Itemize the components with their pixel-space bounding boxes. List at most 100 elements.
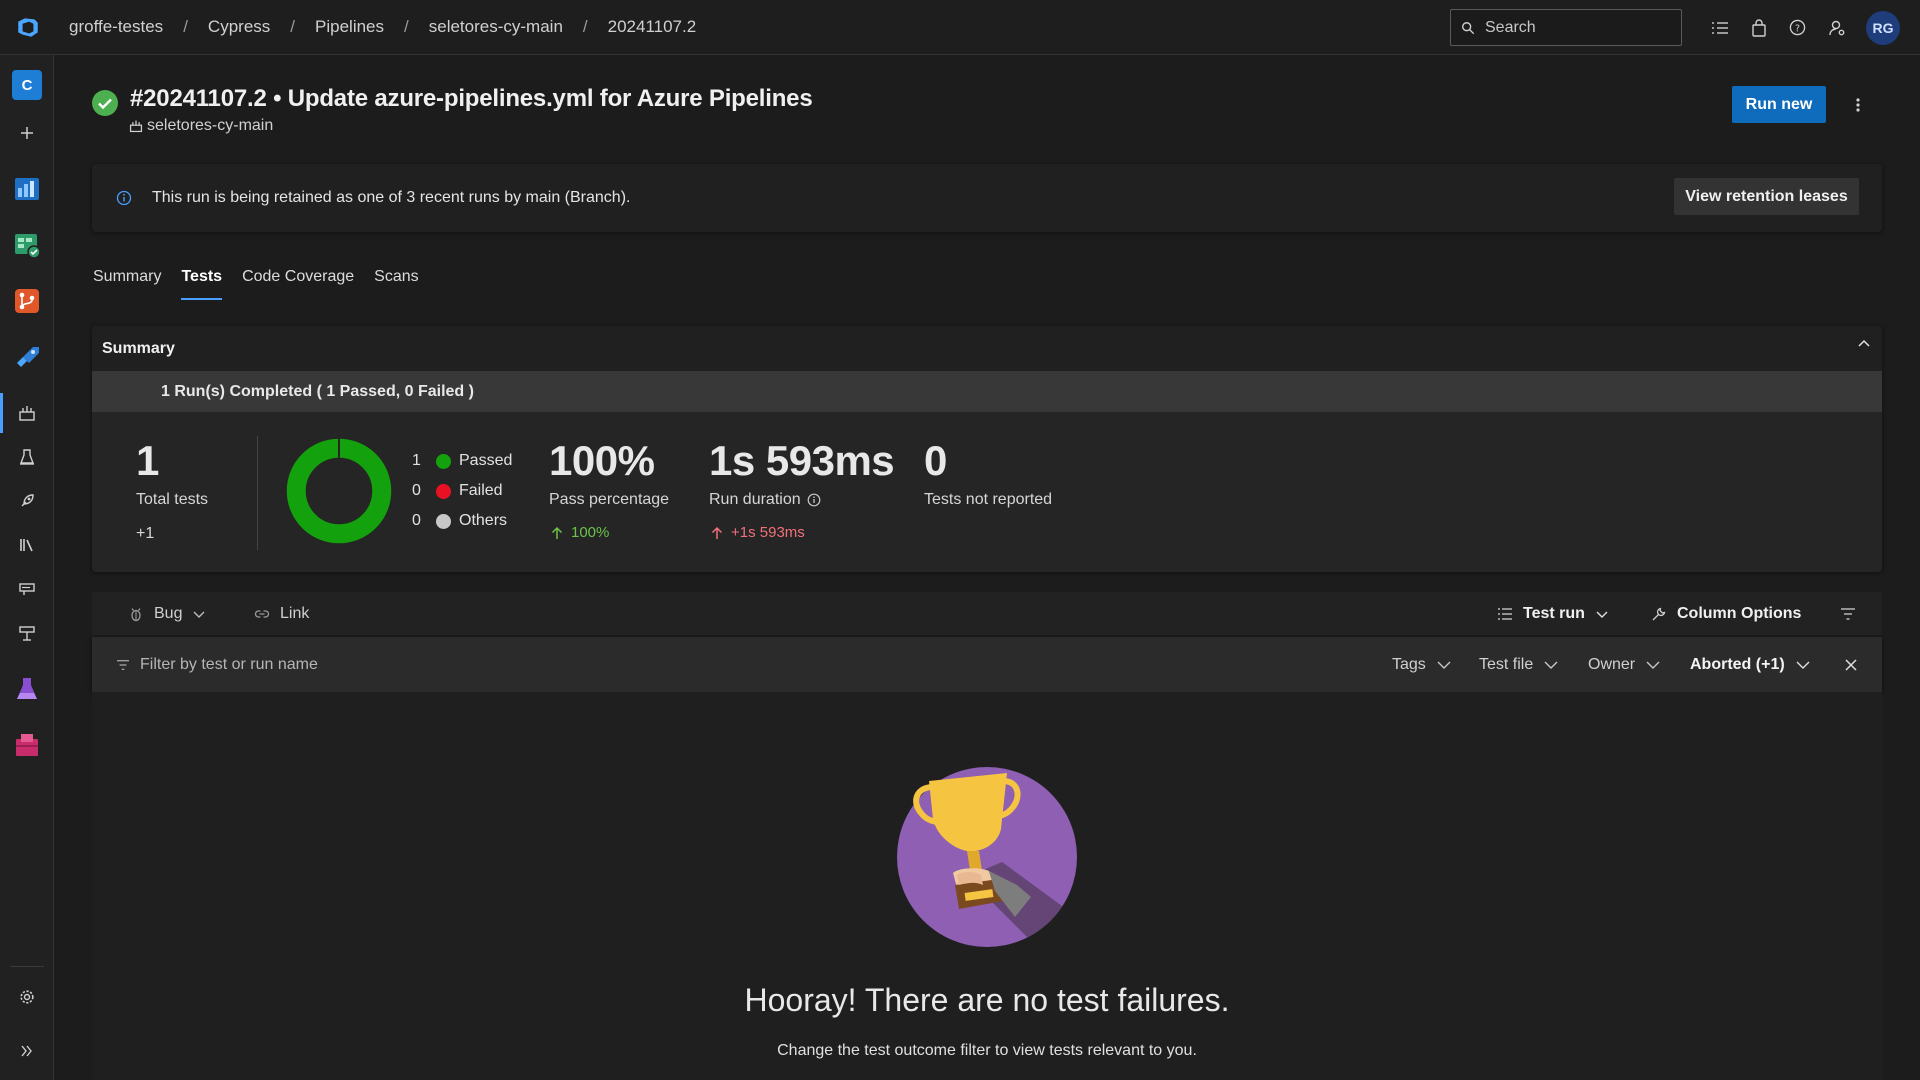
pass-percentage-label: Pass percentage	[549, 491, 670, 508]
passed-count: 1	[412, 452, 421, 469]
artifacts-icon[interactable]	[0, 723, 54, 767]
run-new-button[interactable]: Run new	[1732, 86, 1826, 123]
tab-code-coverage[interactable]: Code Coverage	[242, 268, 354, 300]
summary-title: Summary	[102, 339, 175, 357]
passed-dot	[436, 453, 451, 469]
pipelines-icon[interactable]	[0, 335, 54, 379]
expand-chevron-icon[interactable]	[0, 1029, 54, 1073]
breadcrumb-run[interactable]: 20241107.2	[606, 17, 699, 37]
search-icon	[1462, 21, 1475, 34]
task-list-icon[interactable]	[1700, 0, 1739, 55]
filter-toggle-button[interactable]	[1840, 607, 1866, 621]
project-switcher[interactable]: C	[0, 63, 54, 107]
others-count: 0	[412, 512, 421, 529]
tags-dropdown[interactable]: Tags	[1392, 637, 1452, 692]
chevron-down-icon	[1437, 661, 1451, 669]
legend-others: 0 Others	[412, 512, 507, 530]
link-button[interactable]: Link	[254, 605, 309, 623]
top-bar: groffe-testes / Cypress / Pipelines / se…	[0, 0, 1920, 55]
passed-label: Passed	[459, 452, 513, 469]
breadcrumb-separator: /	[290, 17, 296, 36]
breadcrumb-pipelines[interactable]: Pipelines	[313, 17, 386, 37]
filter-icon	[117, 659, 129, 670]
column-options-button[interactable]: Column Options	[1651, 605, 1801, 623]
breadcrumb: groffe-testes / Cypress / Pipelines / se…	[67, 17, 698, 37]
breadcrumb-project[interactable]: Cypress	[206, 17, 272, 37]
filter-placeholder: Filter by test or run name	[140, 655, 318, 673]
chevron-up-icon[interactable]	[1856, 336, 1872, 352]
owner-dropdown[interactable]: Owner	[1588, 637, 1661, 692]
test-file-dropdown[interactable]: Test file	[1479, 637, 1559, 692]
keyword-filter[interactable]: Filter by test or run name	[116, 637, 318, 692]
breadcrumb-pipeline[interactable]: seletores-cy-main	[427, 17, 565, 37]
run-duration-delta-value: +1s 593ms	[731, 524, 805, 541]
environments-icon[interactable]	[0, 435, 54, 479]
owner-label: Owner	[1588, 655, 1636, 673]
help-icon[interactable]: ?	[1778, 0, 1817, 55]
info-icon[interactable]	[807, 493, 821, 507]
azure-devops-logo[interactable]	[0, 0, 55, 55]
pass-percentage-delta: 100%	[551, 524, 609, 541]
top-icons: ?	[1700, 0, 1856, 55]
deployment-groups-icon[interactable]	[0, 611, 54, 655]
repos-icon[interactable]	[0, 279, 54, 323]
filter-bar: Filter by test or run name Tags Test fil…	[92, 637, 1882, 692]
tab-scans[interactable]: Scans	[374, 268, 418, 300]
breadcrumb-separator: /	[582, 17, 588, 36]
add-icon[interactable]	[0, 111, 54, 155]
user-settings-icon[interactable]	[1817, 0, 1856, 55]
library-icon[interactable]	[0, 523, 54, 567]
link-label: Link	[280, 604, 310, 622]
retention-text: This run is being retained as one of 3 r…	[152, 189, 631, 206]
pipeline-name[interactable]: seletores-cy-main	[129, 117, 273, 135]
chevron-down-icon	[1796, 661, 1810, 669]
not-reported-value: 0	[924, 437, 947, 484]
summary-header[interactable]: Summary	[92, 326, 1882, 371]
pipeline-icon	[129, 120, 143, 133]
pipeline-name-label: seletores-cy-main	[147, 117, 274, 134]
total-tests-label: Total tests	[136, 491, 209, 508]
run-header: #20241107.2 • Update azure-pipelines.yml…	[92, 85, 813, 116]
outcome-dropdown[interactable]: Aborted (+1)	[1690, 637, 1811, 692]
bug-button[interactable]: Bug	[128, 605, 216, 623]
pass-percentage-delta-value: 100%	[571, 524, 610, 541]
others-dot	[436, 513, 451, 529]
releases-icon[interactable]	[0, 479, 54, 523]
project-settings-gear-icon[interactable]	[0, 975, 54, 1019]
bug-label: Bug	[154, 604, 183, 622]
task-groups-icon[interactable]	[0, 567, 54, 611]
tab-tests[interactable]: Tests	[181, 268, 222, 300]
empty-state-subtitle: Change the test outcome filter to view t…	[777, 1042, 1197, 1059]
arrow-up-icon	[551, 526, 563, 539]
view-retention-leases-button[interactable]: View retention leases	[1674, 178, 1859, 215]
boards-icon[interactable]	[0, 223, 54, 267]
arrow-up-icon	[711, 526, 723, 539]
tab-bar: Summary Tests Code Coverage Scans	[93, 268, 439, 300]
runs-completed: 1 Run(s) Completed ( 1 Passed, 0 Failed …	[92, 371, 1882, 412]
clear-filters-button[interactable]	[1844, 637, 1858, 692]
breadcrumb-org[interactable]: groffe-testes	[67, 17, 165, 37]
pipelines-runs-icon[interactable]	[0, 391, 54, 435]
chevron-down-icon	[193, 611, 205, 618]
left-nav-rail: C	[0, 55, 54, 1080]
more-actions-icon[interactable]	[1846, 86, 1870, 123]
test-run-label: Test run	[1523, 604, 1585, 622]
run-duration-label-group: Run duration	[709, 491, 821, 509]
test-plans-icon[interactable]	[0, 667, 54, 711]
search-box[interactable]: Search	[1450, 9, 1682, 46]
marketplace-bag-icon[interactable]	[1739, 0, 1778, 55]
group-by-test-run-button[interactable]: Test run	[1497, 605, 1619, 623]
overview-icon[interactable]	[0, 167, 54, 211]
pass-percentage-value: 100%	[549, 437, 655, 484]
tags-label: Tags	[1392, 655, 1426, 673]
legend-passed: 1 Passed	[412, 452, 512, 470]
bug-icon	[131, 607, 141, 621]
list-icon	[1498, 607, 1512, 620]
run-duration-value: 1s 593ms	[709, 437, 895, 484]
link-icon	[254, 609, 270, 618]
tab-summary[interactable]: Summary	[93, 268, 161, 300]
close-icon	[1845, 658, 1857, 671]
empty-state-title: Hooray! There are no test failures.	[744, 982, 1230, 1018]
avatar[interactable]: RG	[1866, 11, 1900, 45]
page-title: #20241107.2 • Update azure-pipelines.yml…	[130, 85, 813, 112]
